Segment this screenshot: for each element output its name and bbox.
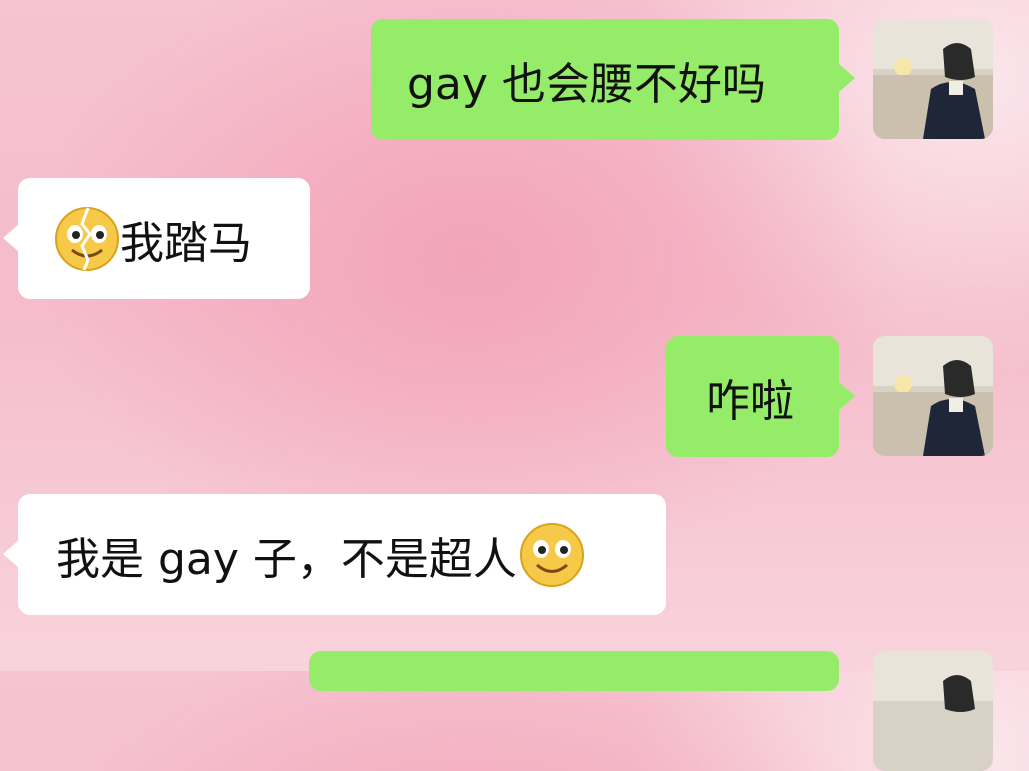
avatar[interactable]: [873, 651, 993, 771]
smile-emoji: [519, 522, 584, 587]
cracked-smile-emoji: [55, 206, 119, 271]
bubble-tail: [3, 224, 19, 252]
avatar[interactable]: [873, 19, 993, 139]
outgoing-message-bubble[interactable]: gay 也会腰不好吗: [371, 19, 839, 140]
outgoing-message-bubble[interactable]: 咋啦: [666, 336, 839, 457]
outgoing-message-bubble[interactable]: [309, 651, 839, 691]
incoming-message-bubble[interactable]: 我是 gay 子，不是超人: [18, 494, 666, 615]
avatar[interactable]: [873, 336, 993, 456]
incoming-message-bubble[interactable]: 我踏马: [18, 178, 310, 299]
message-text: gay 也会腰不好吗: [407, 58, 766, 110]
avatar-photo-icon: [873, 336, 993, 456]
message-text: 我踏马: [120, 217, 252, 269]
message-text: 咋啦: [706, 375, 794, 427]
chat-area: gay 也会腰不好吗 我踏马 咋啦 我是 gay 子，不是超人: [0, 0, 1029, 771]
bubble-tail: [839, 382, 855, 410]
bubble-tail: [3, 540, 19, 568]
bubble-tail: [839, 64, 855, 92]
avatar-photo-icon: [873, 19, 993, 139]
message-text: 我是 gay 子，不是超人: [56, 533, 517, 585]
avatar-photo-icon: [873, 651, 993, 771]
